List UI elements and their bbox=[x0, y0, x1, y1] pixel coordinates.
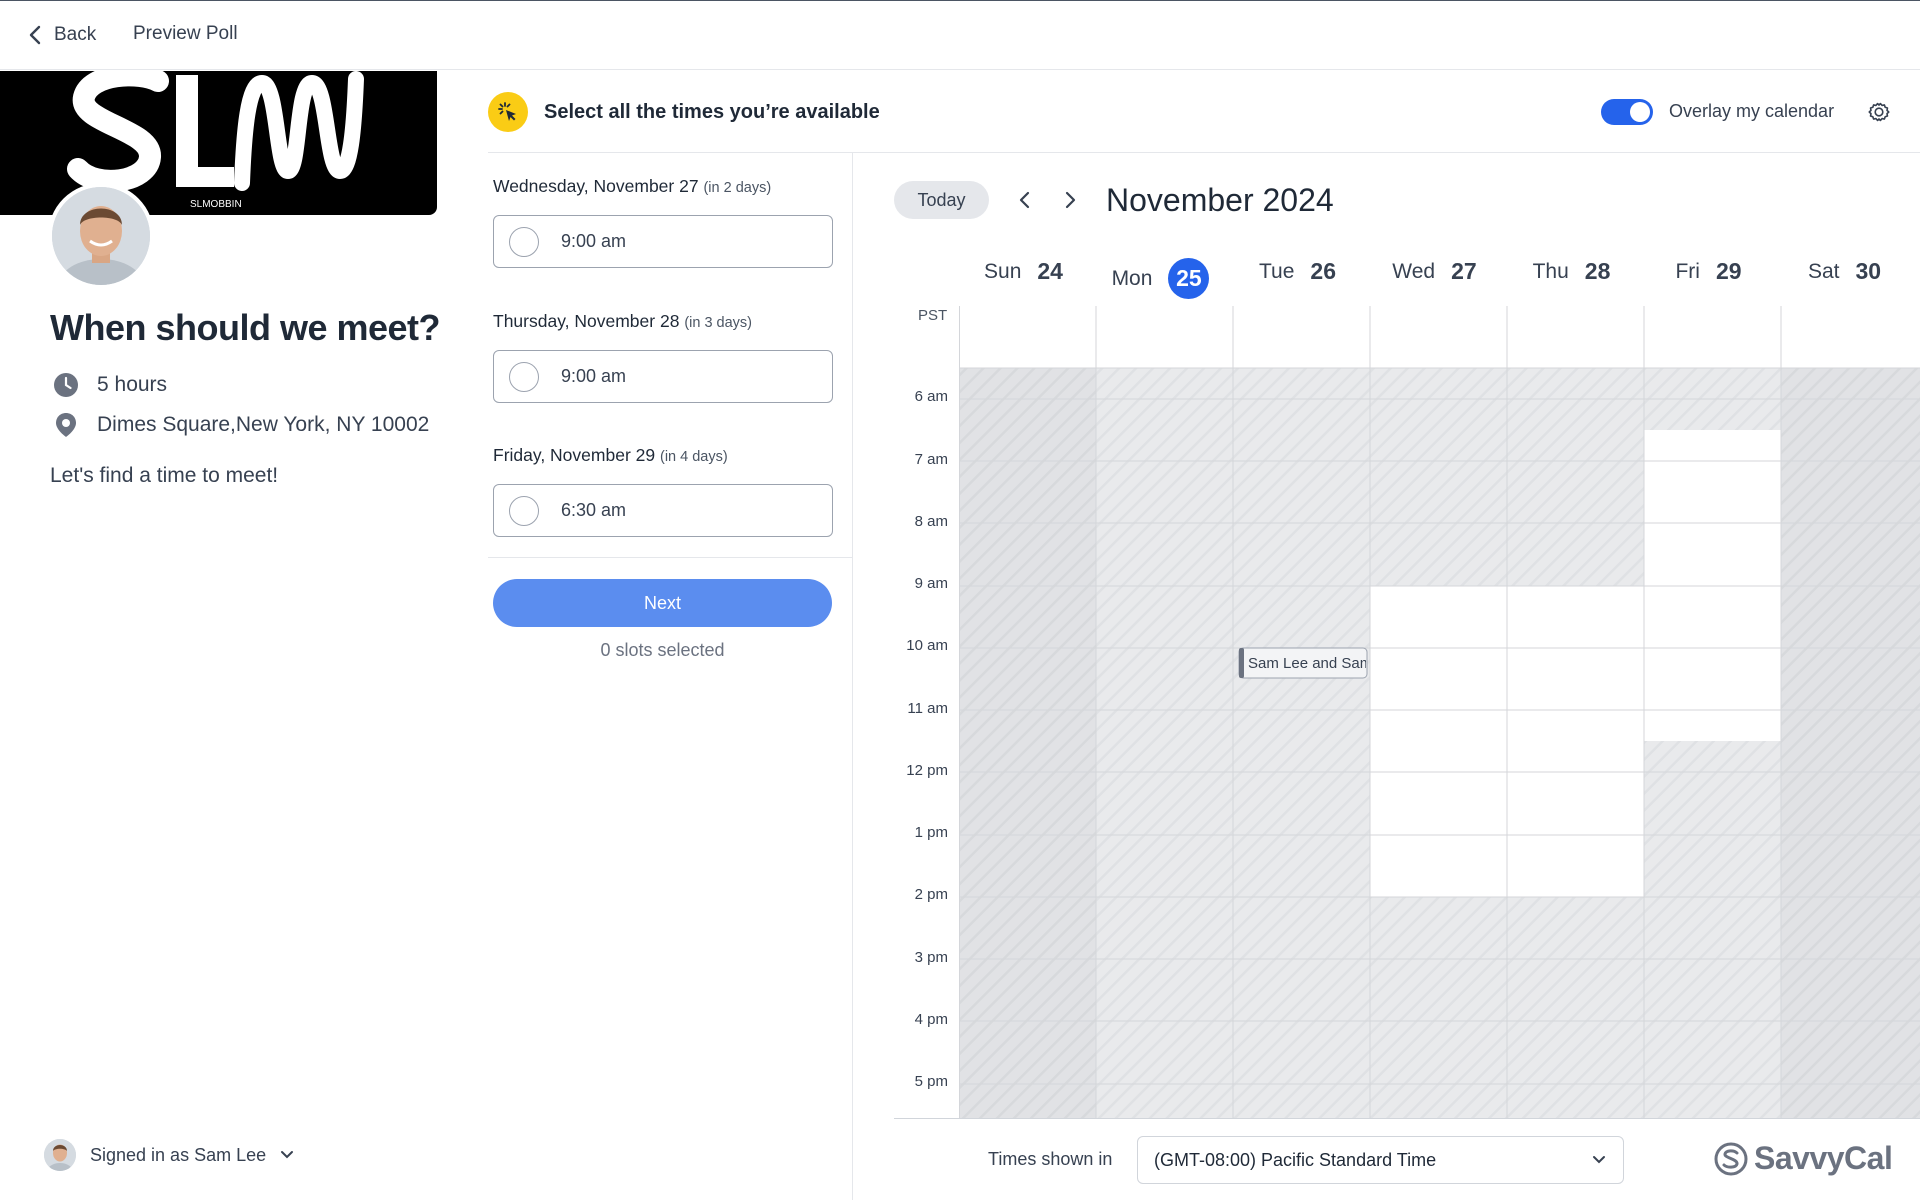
timezone-abbr: PST bbox=[918, 307, 948, 324]
savvycal-icon bbox=[1714, 1142, 1748, 1175]
banner-sub: SLMOBBIN bbox=[190, 199, 242, 210]
available-block-wed bbox=[1370, 586, 1507, 897]
hour-label: 9 am bbox=[914, 575, 948, 592]
all-day-strip bbox=[959, 306, 1920, 368]
map-pin-icon bbox=[56, 413, 76, 437]
hour-label: 2 pm bbox=[914, 886, 948, 903]
today-marker: 25 bbox=[1168, 258, 1210, 299]
today-button[interactable]: Today bbox=[894, 181, 989, 219]
hour-label: 7 am bbox=[914, 451, 948, 468]
host-banner: SLMOBBIN bbox=[0, 71, 437, 215]
instruction-text: Select all the times you’re available bbox=[544, 100, 880, 123]
hour-label: 6 am bbox=[914, 388, 948, 405]
day-header: Mon 25 bbox=[1092, 258, 1229, 299]
slot-radio[interactable] bbox=[509, 495, 539, 526]
previous-week-button[interactable] bbox=[1011, 186, 1039, 214]
back-label: Back bbox=[54, 24, 97, 45]
day-header: Wed 27 bbox=[1392, 258, 1477, 284]
slot-time: 9:00 am bbox=[561, 231, 627, 251]
timezone-value: (GMT-08:00) Pacific Standard Time bbox=[1154, 1149, 1437, 1170]
hour-label: 1 pm bbox=[914, 824, 948, 841]
duration-row: 5 hours bbox=[53, 372, 167, 398]
chevron-left-icon bbox=[29, 25, 41, 45]
instruction-row: Select all the times you’re available bbox=[488, 92, 880, 132]
calendar-event[interactable]: Sam Lee and Sam bbox=[1238, 647, 1372, 679]
column-divider bbox=[852, 153, 853, 1200]
calendar-grid[interactable]: Sam Lee and Sam bbox=[959, 306, 1920, 1119]
clock-icon bbox=[54, 373, 78, 397]
slot-radio[interactable] bbox=[509, 226, 539, 257]
calendar-event-label: Sam Lee and Sam bbox=[1248, 655, 1372, 672]
location-label: Dimes Square,New York, NY 10002 bbox=[97, 413, 430, 436]
host-logo: SLMOBBIN bbox=[67, 71, 364, 210]
timezone-select[interactable]: (GMT-08:00) Pacific Standard Time bbox=[1137, 1136, 1624, 1184]
hour-label: 10 am bbox=[906, 637, 948, 654]
next-button[interactable]: Next bbox=[493, 579, 832, 627]
unavailable-block-tue bbox=[1233, 368, 1370, 1119]
slot-time: 9:00 am bbox=[561, 366, 627, 386]
chevron-left-icon bbox=[1019, 191, 1030, 209]
header-divider bbox=[488, 152, 1920, 153]
slot-option[interactable]: 9:00 am bbox=[493, 350, 833, 403]
cursor-click-icon bbox=[488, 92, 528, 132]
month-title: November 2024 bbox=[1106, 182, 1334, 218]
unavailable-block-sat bbox=[1781, 368, 1920, 1119]
day-header: Fri 29 bbox=[1675, 258, 1742, 284]
slot-option[interactable]: 6:30 am bbox=[493, 484, 833, 537]
toggle-knob bbox=[1630, 102, 1650, 122]
slot-radio[interactable] bbox=[509, 361, 539, 392]
slot-day-heading: Friday, November 29 (in 4 days) bbox=[493, 445, 728, 465]
overlay-calendar-label: Overlay my calendar bbox=[1669, 101, 1835, 121]
hour-label: 4 pm bbox=[914, 1011, 948, 1028]
settings-button[interactable] bbox=[1866, 99, 1892, 125]
slot-day-heading: Thursday, November 28 (in 3 days) bbox=[493, 311, 753, 331]
location-row: Dimes Square,New York, NY 10002 bbox=[53, 412, 429, 438]
top-bar bbox=[0, 0, 1920, 70]
timezone-label: Times shown in bbox=[988, 1149, 1113, 1169]
gear-icon bbox=[1868, 102, 1890, 122]
slots-selected-count: 0 slots selected bbox=[600, 640, 725, 660]
chevron-down-icon bbox=[1593, 1156, 1605, 1164]
day-header: Thu 28 bbox=[1532, 258, 1611, 284]
page-title: Preview Poll bbox=[133, 23, 238, 44]
event-title: When should we meet? bbox=[50, 307, 441, 348]
slot-day-heading: Wednesday, November 27 (in 2 days) bbox=[493, 176, 772, 196]
hour-label: 3 pm bbox=[914, 949, 948, 966]
day-header: Tue 26 bbox=[1258, 258, 1336, 284]
duration-label: 5 hours bbox=[97, 373, 168, 396]
host-avatar bbox=[48, 183, 154, 289]
hour-label: 8 am bbox=[914, 513, 948, 530]
day-header: Sat 30 bbox=[1807, 258, 1882, 284]
overlay-calendar-toggle[interactable] bbox=[1601, 99, 1653, 125]
hour-label: 12 pm bbox=[906, 762, 948, 779]
unavailable-block-mon bbox=[1096, 368, 1233, 1119]
unavailable-block-sun bbox=[959, 368, 1096, 1119]
slot-time: 6:30 am bbox=[561, 500, 627, 520]
day-header: Sun 24 bbox=[984, 258, 1063, 284]
chevron-down-icon bbox=[281, 1151, 294, 1159]
next-week-button[interactable] bbox=[1056, 186, 1084, 214]
account-menu[interactable]: Signed in as Sam Lee bbox=[44, 1139, 294, 1171]
user-avatar bbox=[44, 1139, 76, 1171]
savvycal-wordmark: SavvyCal bbox=[1754, 1140, 1893, 1176]
available-block-thu bbox=[1507, 586, 1644, 897]
savvycal-logo: SavvyCal bbox=[1714, 1140, 1893, 1177]
slot-option[interactable]: 9:00 am bbox=[493, 215, 833, 268]
slots-divider bbox=[488, 557, 852, 558]
chevron-right-icon bbox=[1065, 191, 1076, 209]
signed-in-label: Signed in as Sam Lee bbox=[90, 1144, 267, 1165]
hour-label: 5 pm bbox=[914, 1073, 948, 1090]
back-button[interactable]: Back bbox=[26, 22, 96, 48]
event-description: Let's find a time to meet! bbox=[50, 464, 279, 487]
hour-label: 11 am bbox=[907, 700, 948, 717]
calendar-bottom-border bbox=[894, 1118, 1920, 1119]
